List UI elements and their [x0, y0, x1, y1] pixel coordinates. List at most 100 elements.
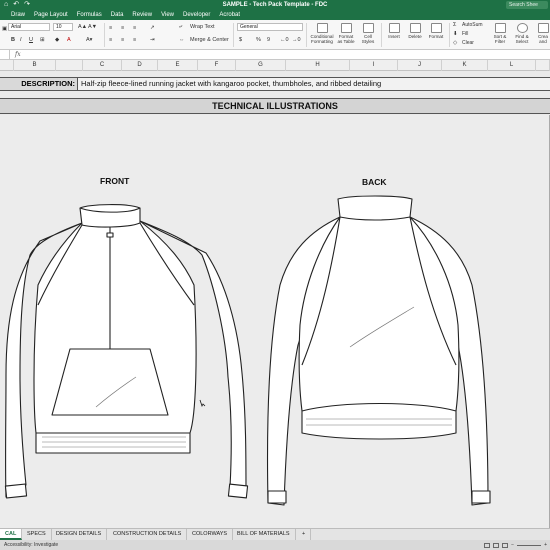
- underline-button[interactable]: U: [29, 37, 33, 43]
- tab-data[interactable]: Data: [108, 10, 127, 20]
- align-middle-icon[interactable]: ≡: [121, 25, 124, 31]
- column-header[interactable]: J: [398, 60, 442, 71]
- column-header[interactable]: [536, 60, 550, 71]
- document-title: SAMPLE - Tech Pack Template - FDC: [222, 2, 328, 8]
- tab-developer[interactable]: Developer: [180, 10, 213, 20]
- align-left-icon[interactable]: ≡: [109, 37, 112, 43]
- formula-bar: fx: [0, 50, 550, 60]
- font-name-select[interactable]: Arial: [8, 23, 50, 31]
- add-sheet-button[interactable]: +: [297, 529, 312, 540]
- font-color-swatch-icon[interactable]: A▾: [86, 37, 92, 43]
- fill-color-icon[interactable]: ◆: [55, 37, 59, 43]
- sheet-tab-design-details[interactable]: DESIGN DETAILS: [51, 529, 108, 540]
- column-header[interactable]: K: [442, 60, 488, 71]
- worksheet[interactable]: DESCRIPTION: Half-zip fleece-lined runni…: [0, 71, 550, 528]
- comma-button[interactable]: 9: [267, 37, 270, 43]
- zoom-in-icon[interactable]: +: [544, 540, 547, 550]
- select-all-corner[interactable]: [0, 60, 14, 71]
- sheet-tab-colorways[interactable]: COLORWAYS: [187, 529, 234, 540]
- back-jacket-sketch[interactable]: [260, 115, 550, 528]
- column-header[interactable]: C: [83, 60, 122, 71]
- merge-center-button[interactable]: Merge & Center: [190, 37, 229, 43]
- illustration-area: FRONT BACK: [0, 115, 550, 528]
- format-button[interactable]: Format: [426, 23, 446, 39]
- sheet-tab-technical[interactable]: CAL: [0, 529, 23, 540]
- column-header[interactable]: D: [122, 60, 158, 71]
- zoom-slider[interactable]: [517, 544, 542, 546]
- insert-icon: [388, 23, 400, 33]
- column-header[interactable]: F: [198, 60, 236, 71]
- font-size-select[interactable]: 10: [53, 23, 73, 31]
- tab-page-layout[interactable]: Page Layout: [31, 10, 71, 20]
- ribbon: ▣ Arial 10 A▲ A▼ B I U ⊞ ◆ A A▾ ≡ ≡ ≡ ↗ …: [0, 20, 550, 50]
- align-right-icon[interactable]: ≡: [133, 37, 136, 43]
- delete-icon: [409, 23, 421, 33]
- page-layout-view-icon[interactable]: [493, 542, 500, 548]
- decrease-decimal-icon[interactable]: →0: [292, 37, 301, 43]
- delete-button[interactable]: Delete: [405, 23, 425, 39]
- front-jacket-sketch[interactable]: [0, 115, 250, 528]
- find-select-button[interactable]: Find & Select: [512, 23, 532, 44]
- normal-view-icon[interactable]: [484, 542, 491, 548]
- column-header[interactable]: G: [236, 60, 286, 71]
- format-icon: [430, 23, 442, 33]
- column-header[interactable]: B: [14, 60, 56, 71]
- align-top-icon[interactable]: ≡: [109, 25, 112, 31]
- title-bar: ⌂ ↶ ↷ SAMPLE - Tech Pack Template - FDC …: [0, 0, 550, 10]
- increase-decimal-icon[interactable]: ←0: [280, 37, 289, 43]
- font-color-icon[interactable]: A: [67, 37, 71, 43]
- tab-view[interactable]: View: [158, 10, 177, 20]
- clear-icon[interactable]: ◇: [453, 40, 457, 46]
- decrease-font-icon[interactable]: A▼: [88, 24, 97, 30]
- autosum-button[interactable]: AutoSum: [462, 22, 483, 28]
- search-field[interactable]: Search Shee: [506, 1, 548, 9]
- increase-font-icon[interactable]: A▲: [78, 24, 87, 30]
- paste-icon[interactable]: ▣: [2, 26, 7, 32]
- tab-acrobat[interactable]: Acrobat: [216, 10, 243, 20]
- cell-styles-button[interactable]: Cell Styles: [358, 23, 378, 44]
- column-header[interactable]: H: [286, 60, 350, 71]
- tab-draw[interactable]: Draw: [8, 10, 28, 20]
- column-header[interactable]: I: [350, 60, 398, 71]
- italic-button[interactable]: I: [20, 37, 22, 43]
- sheet-tab-specs[interactable]: SPECS: [22, 529, 52, 540]
- currency-button[interactable]: $: [239, 37, 242, 43]
- merge-icon[interactable]: ⇔: [179, 37, 185, 43]
- name-box[interactable]: [0, 50, 10, 60]
- number-format-select[interactable]: General: [237, 23, 303, 31]
- format-as-table-button[interactable]: Format as Table: [336, 23, 356, 44]
- excel-window: ⌂ ↶ ↷ SAMPLE - Tech Pack Template - FDC …: [0, 0, 550, 550]
- column-header[interactable]: L: [488, 60, 536, 71]
- percent-button[interactable]: %: [256, 37, 261, 43]
- orientation-icon[interactable]: ↗: [150, 25, 155, 31]
- wrap-text-button[interactable]: Wrap Text: [190, 24, 215, 30]
- sheet-tab-construction-details[interactable]: CONSTRUCTION DETAILS: [108, 529, 188, 540]
- column-header[interactable]: E: [158, 60, 198, 71]
- accessibility-status[interactable]: Accessibility: Investigate: [4, 542, 58, 548]
- bold-button[interactable]: B: [11, 37, 15, 43]
- zoom-out-icon[interactable]: −: [511, 540, 514, 550]
- sort-filter-icon: [494, 23, 506, 33]
- fill-icon[interactable]: ⬇: [453, 31, 458, 37]
- autosum-icon[interactable]: Σ: [453, 22, 456, 28]
- clear-button[interactable]: Clear: [462, 40, 474, 46]
- tab-formulas[interactable]: Formulas: [74, 10, 105, 20]
- align-center-icon[interactable]: ≡: [121, 37, 124, 43]
- sheet-tab-bill-of-materials[interactable]: BILL OF MATERIALS: [232, 529, 296, 540]
- indent-icon[interactable]: ⇥: [150, 37, 155, 43]
- function-icon[interactable]: fx: [15, 50, 21, 59]
- sort-filter-button[interactable]: Sort & Filter: [490, 23, 510, 44]
- column-header[interactable]: [56, 60, 83, 71]
- wrap-text-icon[interactable]: ⤶: [179, 24, 182, 31]
- page-break-view-icon[interactable]: [502, 542, 509, 548]
- align-bottom-icon[interactable]: ≡: [133, 25, 136, 31]
- create-button[interactable]: Crea and: [536, 23, 550, 44]
- fill-button[interactable]: Fill: [462, 31, 468, 37]
- tab-review[interactable]: Review: [129, 10, 155, 20]
- borders-icon[interactable]: ⊞: [40, 37, 45, 43]
- conditional-formatting-button[interactable]: Conditional Formatting: [308, 23, 336, 44]
- create-icon: [537, 23, 549, 33]
- description-label: DESCRIPTION:: [0, 78, 78, 90]
- description-value-cell[interactable]: Half-zip fleece-lined running jacket wit…: [81, 78, 381, 90]
- insert-button[interactable]: Insert: [384, 23, 404, 39]
